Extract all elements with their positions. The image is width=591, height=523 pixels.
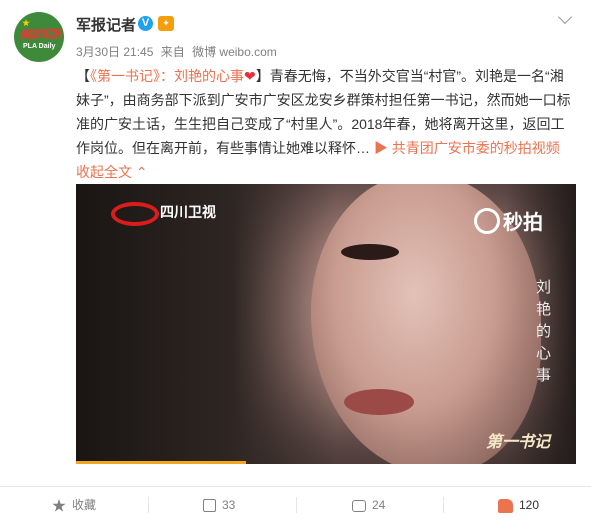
video-lips — [344, 389, 414, 415]
collapse-button[interactable]: 收起全文 — [76, 164, 132, 180]
bracket-open: 【 — [76, 68, 90, 84]
post-time[interactable]: 3月30日 21:45 — [76, 45, 153, 59]
chevron-down-icon[interactable] — [557, 9, 573, 25]
comment-button[interactable]: 24 — [352, 487, 385, 523]
separator — [148, 497, 149, 513]
share-button[interactable]: 33 — [203, 487, 235, 523]
like-count: 120 — [519, 498, 540, 512]
avatar-text: 解放军报 — [20, 28, 61, 41]
video-link[interactable]: 共青团广安市委的秒拍视频 — [392, 140, 560, 156]
share-count: 33 — [222, 498, 236, 512]
member-badge-icon[interactable]: ✦ — [158, 16, 174, 31]
star-icon — [52, 498, 66, 512]
like-button[interactable]: 120 — [498, 487, 539, 523]
chevron-up-icon[interactable]: ⌃ — [132, 164, 148, 180]
video-shade-left — [76, 184, 336, 464]
thumbs-up-icon — [498, 498, 513, 513]
video-player[interactable]: 四川卫视 秒拍 刘艳的心事 第一书记 — [76, 184, 576, 464]
favorite-button[interactable]: 收藏 — [52, 487, 96, 523]
via-label: 来自 — [160, 45, 185, 59]
comment-icon — [352, 499, 366, 512]
miaopai-logo-icon — [474, 208, 500, 234]
account-name[interactable]: 军报记者 — [76, 14, 136, 35]
post-source[interactable]: 微博 weibo.com — [192, 45, 277, 59]
topic-link[interactable]: 《第一书记》：刘艳的心事 — [90, 68, 244, 84]
channel-name: 四川卫视 — [160, 204, 216, 220]
video-brand: 第一书记 — [486, 432, 551, 451]
bracket-close: 】 — [255, 68, 270, 84]
separator — [296, 497, 297, 513]
video-watermark: 秒拍 — [503, 212, 543, 234]
separator — [443, 497, 444, 513]
share-icon — [203, 499, 216, 513]
channel-logo-icon — [111, 202, 159, 226]
post-meta: 3月30日 21:45 来自 微博 weibo.com — [76, 43, 281, 60]
comment-count: 24 — [372, 498, 386, 512]
video-progress[interactable] — [76, 461, 246, 464]
avatar-subtext: PLA Daily — [23, 43, 56, 50]
video-title: 刘艳的心事 — [536, 278, 552, 384]
favorite-label: 收藏 — [72, 498, 97, 512]
avatar[interactable]: 解放军报 PLA Daily — [14, 12, 64, 62]
verified-icon: V — [138, 16, 153, 31]
action-bar: 收藏 33 24 120 — [0, 487, 591, 523]
weibo-post-card: 解放军报 PLA Daily 军报记者 V ✦ 3月30日 21:45 来自 微… — [0, 0, 591, 523]
post-body: 【《第一书记》：刘艳的心事❤】青春无悔，不当外交官当“村官”。刘艳是一名“湘妹子… — [76, 64, 571, 184]
video-link-icon: ▶ — [373, 140, 392, 156]
video-eye — [341, 244, 399, 260]
heart-icon: ❤ — [244, 68, 256, 84]
